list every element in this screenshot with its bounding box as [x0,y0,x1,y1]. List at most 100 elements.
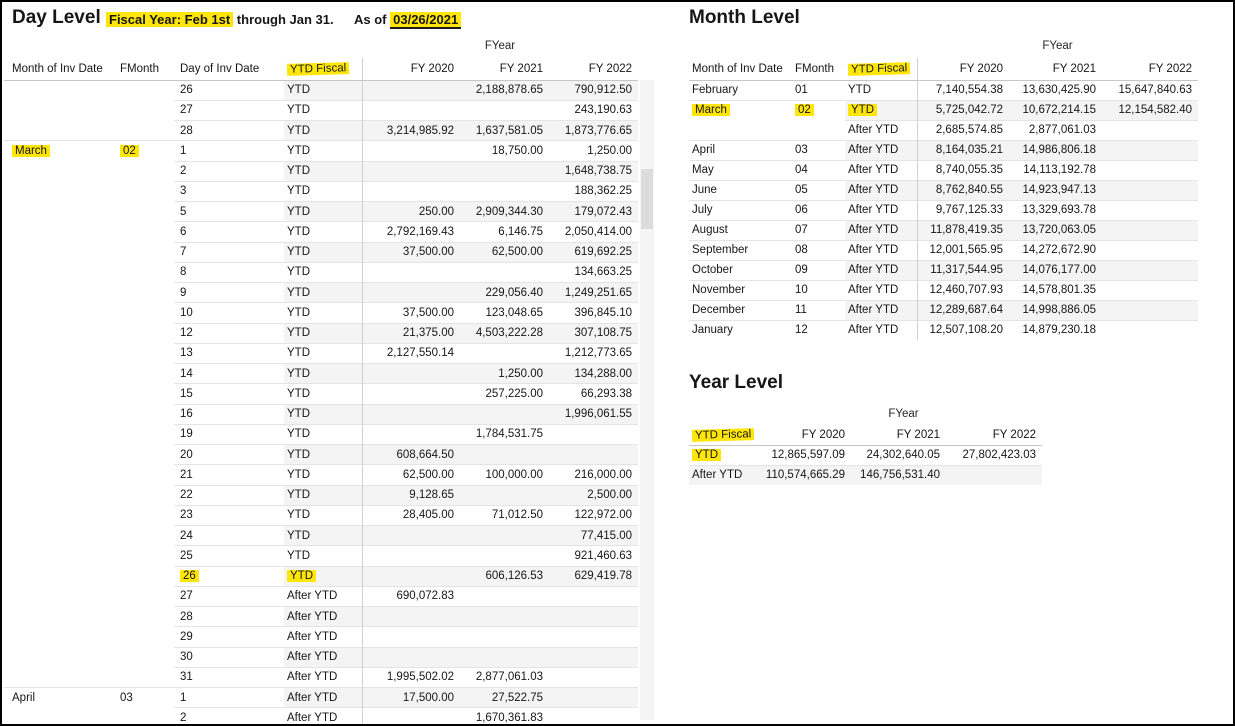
table-row: 5YTD250.002,909,344.30179,072.43 [4,202,638,222]
table-cell [112,607,174,627]
table-cell: 71,012.50 [460,505,549,525]
table-cell: 11,878,419.35 [917,220,1009,240]
cell-highlight: 02 [120,145,139,157]
table-cell [549,586,638,606]
table-cell [362,141,460,161]
table-cell: YTD [284,283,362,303]
table-row: 15YTD257,225.0066,293.38 [4,384,638,404]
table-row: 13YTD2,127,550.141,212,773.65 [4,343,638,363]
table-cell: YTD [284,100,362,120]
table-cell [1102,200,1198,220]
table-cell [549,667,638,687]
table-cell: 2,188,878.65 [460,80,549,100]
table-cell: 62,500.00 [460,242,549,262]
table-cell: 29 [174,627,284,647]
table-cell: 16 [174,404,284,424]
table-cell: December [689,300,792,320]
table-cell: 15 [174,384,284,404]
table-cell [1102,240,1198,260]
table-row: 9YTD229,056.401,249,251.65 [4,283,638,303]
table-cell [460,404,549,424]
table-cell: 2,050,414.00 [549,222,638,242]
table-cell: 77,415.00 [549,526,638,546]
table-cell [112,100,174,120]
table-row: 7YTD37,500.0062,500.00619,692.25 [4,242,638,262]
table-row: June05After YTD8,762,840.5514,923,947.13 [689,180,1198,200]
table-cell [4,647,112,667]
table-row: 12YTD21,375.004,503,222.28307,108.75 [4,323,638,343]
table-cell: YTD [284,121,362,141]
table-header-row: Month of Inv DateFMonthYTD FiscalFY 2020… [689,58,1198,80]
table-cell: June [689,180,792,200]
table-cell: 14,272,672.90 [1009,240,1102,260]
table-row: January12After YTD12,507,108.2014,879,23… [689,320,1198,340]
table-cell: 396,845.10 [549,303,638,323]
table-cell: YTD [284,343,362,363]
table-row: After YTD2,685,574.852,877,061.03 [689,120,1198,140]
table-cell [4,526,112,546]
table-cell [4,242,112,262]
table-cell: After YTD [845,260,917,280]
table-cell [4,627,112,647]
table-cell: YTD [284,485,362,505]
table-cell: 26 [174,80,284,100]
table-cell: September [689,240,792,260]
cell-highlight: March [692,104,730,116]
table-cell [112,384,174,404]
table-cell [112,404,174,424]
table-cell [112,445,174,465]
table-row: 16YTD1,996,061.55 [4,404,638,424]
table-cell [1102,180,1198,200]
table-cell: July [689,200,792,220]
table-cell: 2,500.00 [549,485,638,505]
table-cell: 6,146.75 [460,222,549,242]
day-table-scrollbar-thumb[interactable] [641,169,653,229]
table-cell: 24 [174,526,284,546]
column-header: FY 2021 [460,58,549,80]
table-cell [362,566,460,586]
column-header: YTD Fiscal [845,58,917,80]
table-cell: 22 [174,485,284,505]
table-cell [460,262,549,282]
fiscal-year-note-rest: through Jan 31. [237,12,334,27]
table-cell [946,465,1042,485]
table-cell: 3 [174,181,284,201]
table-cell: YTD [284,161,362,181]
table-cell [112,424,174,444]
table-cell [112,364,174,384]
table-cell: 27,802,423.03 [946,445,1042,465]
table-cell: 12 [792,320,845,340]
table-cell: 1,249,251.65 [549,283,638,303]
table-cell: 23 [174,505,284,525]
table-cell: 62,500.00 [362,465,460,485]
table-cell [4,607,112,627]
month-level-title: Month Level [689,7,800,29]
table-cell: YTD [284,445,362,465]
table-cell [4,262,112,282]
table-cell: 27 [174,586,284,606]
table-cell: YTD [689,445,765,465]
table-cell [362,364,460,384]
table-cell [460,100,549,120]
table-cell [549,627,638,647]
table-cell [549,688,638,708]
table-row: March02YTD5,725,042.7210,672,214.1512,15… [689,100,1198,120]
table-cell: 1 [174,688,284,708]
table-cell: 01 [792,80,845,100]
table-cell [362,100,460,120]
table-cell: After YTD [284,667,362,687]
table-cell [460,627,549,647]
table-cell: 1,250.00 [549,141,638,161]
column-header: FMonth [112,58,174,80]
table-cell: 14,578,801.35 [1009,280,1102,300]
table-cell: 790,912.50 [549,80,638,100]
table-cell: 12,865,597.09 [765,445,851,465]
table-cell: YTD [284,242,362,262]
table-cell: 243,190.63 [549,100,638,120]
table-cell: After YTD [845,280,917,300]
column-header: FMonth [792,58,845,80]
day-table-scrollbar-track[interactable] [640,80,654,720]
table-row: 10YTD37,500.00123,048.65396,845.10 [4,303,638,323]
table-cell [112,80,174,100]
table-cell [1102,300,1198,320]
